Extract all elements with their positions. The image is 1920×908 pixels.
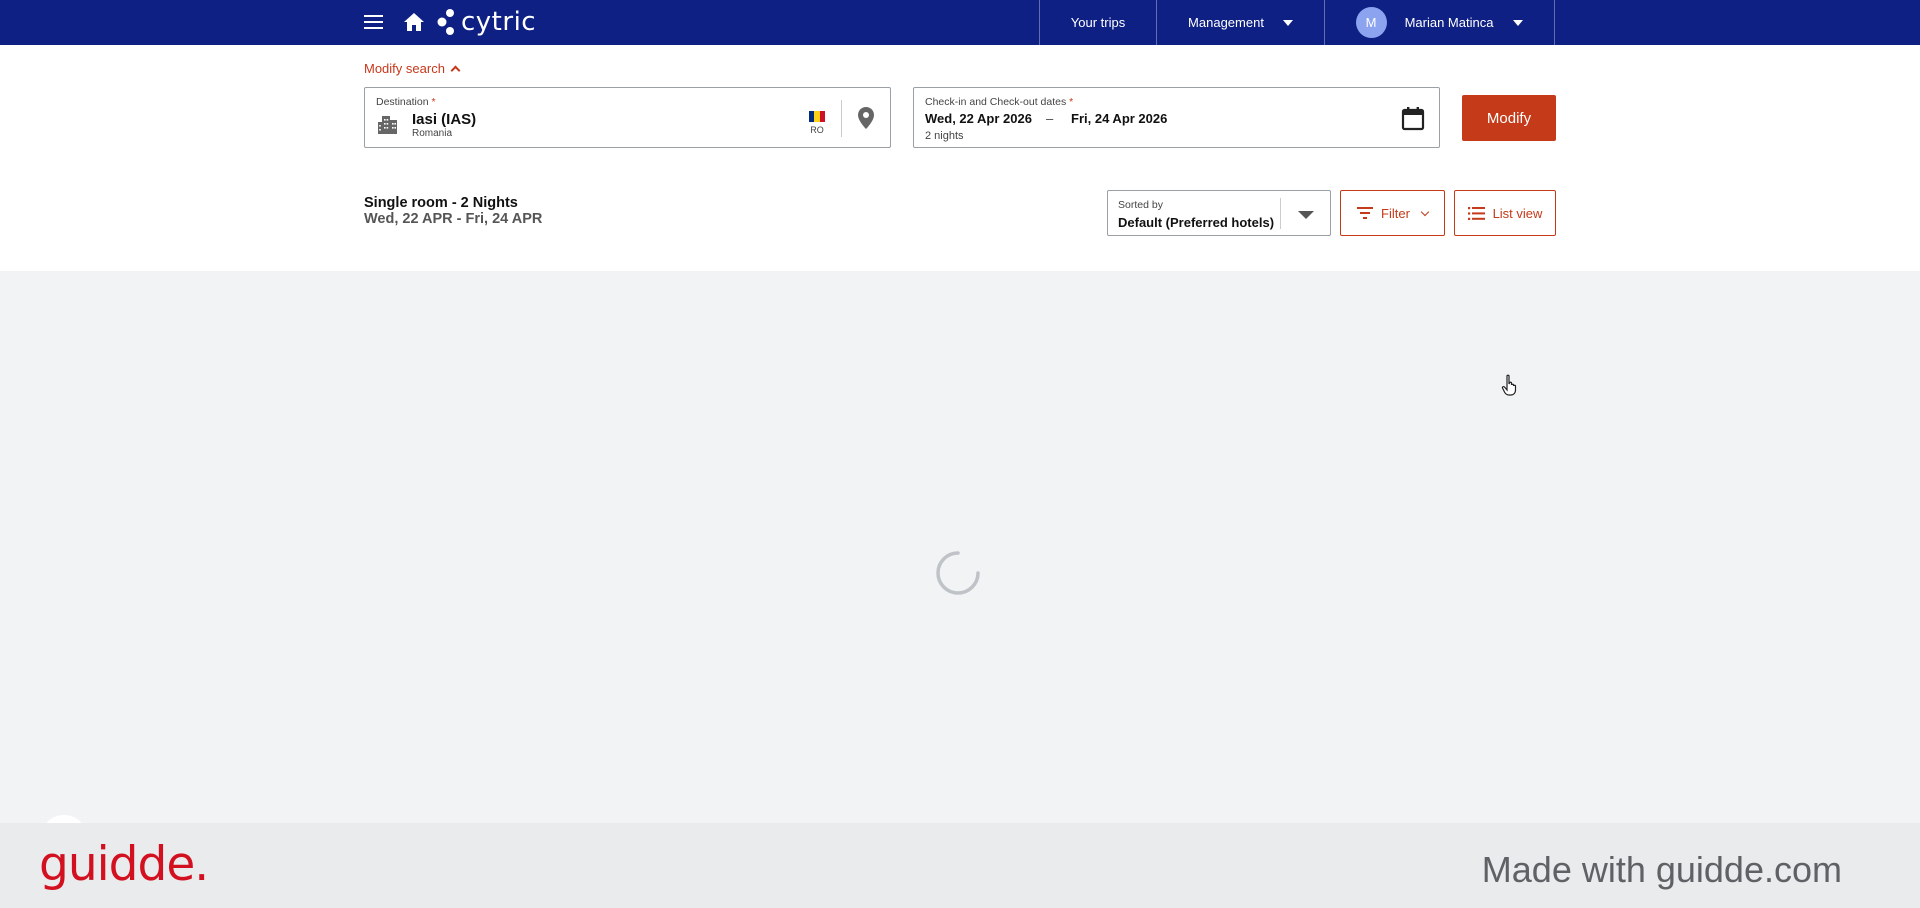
user-name: Marian Matinca xyxy=(1404,15,1494,30)
date-separator: – xyxy=(1046,111,1054,126)
list-view-label: List view xyxy=(1492,205,1543,221)
cytric-logo-icon xyxy=(437,7,457,37)
filter-label: Filter xyxy=(1381,205,1410,221)
dates-label: Check-in and Check-out dates * xyxy=(925,96,1074,108)
top-nav-bar: cytric Your trips Management M Marian Ma… xyxy=(0,0,1920,45)
list-view-button[interactable]: List view xyxy=(1454,190,1556,236)
logo-text: cytric xyxy=(461,7,537,37)
made-with-text: Made with guidde.com xyxy=(1481,849,1842,890)
checkout-date: Fri, 24 Apr 2026 xyxy=(1071,111,1168,126)
caret-down-icon xyxy=(1282,19,1293,26)
nav-management[interactable]: Management xyxy=(1156,0,1324,45)
stay-dates-summary: Wed, 22 APR - Fri, 24 APR xyxy=(364,211,543,227)
caret-down-icon xyxy=(1513,19,1524,26)
cytric-logo[interactable]: cytric xyxy=(437,5,536,39)
destination-label: Destination * xyxy=(376,96,436,108)
map-pin-icon[interactable] xyxy=(855,106,877,130)
hand-cursor-icon xyxy=(1501,374,1519,396)
dates-field[interactable]: Check-in and Check-out dates * Wed, 22 A… xyxy=(913,87,1440,148)
nights-count: 2 nights xyxy=(925,130,964,142)
modify-search-toggle[interactable]: Modify search xyxy=(364,61,461,76)
building-icon xyxy=(378,116,397,134)
avatar: M xyxy=(1355,7,1387,38)
romania-flag-icon xyxy=(809,111,825,122)
caret-down-icon xyxy=(1298,211,1314,219)
modify-button[interactable]: Modify xyxy=(1462,95,1556,141)
chevron-down-icon xyxy=(1420,207,1430,216)
destination-field[interactable]: Destination * Iasi (IAS) Romania RO xyxy=(364,87,891,148)
destination-value: Iasi (IAS) xyxy=(412,111,477,128)
nav-management-label: Management xyxy=(1188,15,1264,30)
modify-search-label: Modify search xyxy=(364,61,445,76)
country-code: RO xyxy=(810,125,824,135)
destination-country: Romania xyxy=(412,128,453,139)
checkin-date: Wed, 22 Apr 2026 xyxy=(925,111,1032,126)
guidde-footer: guidde. Made with guidde.com xyxy=(0,823,1920,908)
home-icon[interactable] xyxy=(402,10,426,34)
list-icon xyxy=(1467,206,1485,220)
sort-label: Sorted by xyxy=(1118,199,1163,211)
filter-button[interactable]: Filter xyxy=(1340,190,1445,236)
nav-your-trips[interactable]: Your trips xyxy=(1039,0,1156,45)
field-divider xyxy=(841,100,842,137)
nav-your-trips-label: Your trips xyxy=(1070,15,1126,30)
sort-select[interactable]: Sorted by Default (Preferred hotels) xyxy=(1107,190,1331,236)
menu-icon[interactable] xyxy=(362,12,386,32)
search-panel: Modify search Destination * Iasi (IAS) R… xyxy=(0,45,1920,271)
filter-icon xyxy=(1357,207,1374,219)
room-summary: Single room - 2 Nights xyxy=(364,195,518,211)
calendar-icon[interactable] xyxy=(1400,105,1426,131)
sort-divider xyxy=(1280,198,1281,229)
chevron-up-icon xyxy=(450,65,461,76)
loading-spinner-icon xyxy=(935,550,981,596)
nav-user-menu[interactable]: M Marian Matinca xyxy=(1324,0,1555,45)
guidde-logo: guidde. xyxy=(39,837,209,892)
sort-value: Default (Preferred hotels) xyxy=(1118,215,1275,230)
